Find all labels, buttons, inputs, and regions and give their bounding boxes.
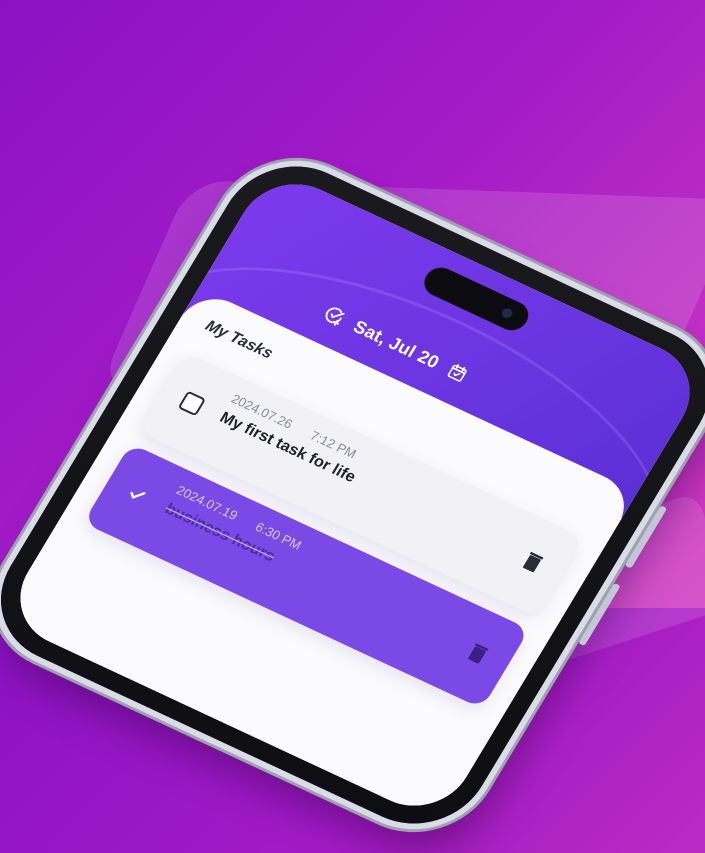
trash-icon[interactable] [465,642,490,666]
check-icon[interactable] [123,482,151,508]
section-title: My Tasks [202,317,276,363]
trash-icon[interactable] [520,550,545,574]
camera-icon [500,306,515,320]
task-checkbox[interactable] [177,390,207,417]
task-title: My first task for life [216,409,359,486]
